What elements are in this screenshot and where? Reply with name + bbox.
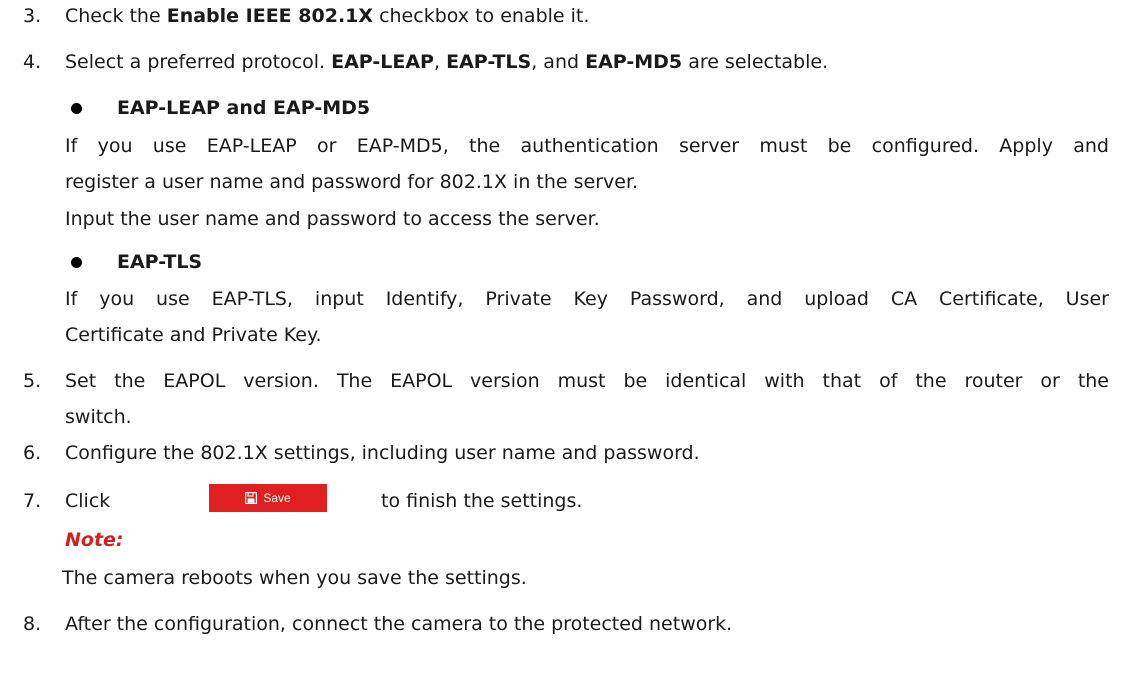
step-number: 4. [23, 51, 42, 73]
step-7-suffix-text: to finish the settings. [381, 490, 583, 512]
paragraph-line: Input the user name and password to acce… [65, 208, 600, 230]
bullet-title: EAP-LEAP and EAP-MD5 [117, 97, 371, 119]
paragraph-line: register a user name and password for 80… [65, 171, 639, 193]
bullet-icon [71, 103, 82, 114]
emphasis: Enable IEEE 802.1X [166, 5, 374, 27]
note-label: Note: [65, 529, 124, 551]
bullet-title: EAP-TLS [117, 251, 203, 273]
save-button[interactable]: Save [209, 484, 327, 512]
step-number: 7. [23, 490, 42, 512]
step-number: 8. [23, 613, 42, 635]
step-4-text: Select a preferred protocol. EAP-LEAP, E… [65, 51, 829, 73]
paragraph-line: Certificate and Private Key. [65, 324, 322, 346]
step-3-text: Check the Enable IEEE 802.1X checkbox to… [65, 5, 590, 27]
save-icon [245, 492, 258, 504]
step-7-click-text: Click [65, 490, 111, 512]
step-6-text: Configure the 802.1X settings, including… [65, 442, 700, 464]
save-button-label: Save [263, 491, 291, 505]
paragraph-line: If you use EAP-LEAP or EAP-MD5, the auth… [65, 135, 1109, 157]
note-text: The camera reboots when you save the set… [62, 567, 527, 589]
step-number: 3. [23, 5, 42, 27]
paragraph-line: If you use EAP-TLS, input Identify, Priv… [65, 288, 1109, 310]
paragraph-line: Set the EAPOL version. The EAPOL version… [65, 370, 1109, 392]
step-8-text: After the configuration, connect the cam… [65, 613, 733, 635]
step-number: 6. [23, 442, 42, 464]
bullet-icon [71, 257, 82, 268]
step-number: 5. [23, 370, 42, 392]
paragraph-line: switch. [65, 406, 132, 428]
